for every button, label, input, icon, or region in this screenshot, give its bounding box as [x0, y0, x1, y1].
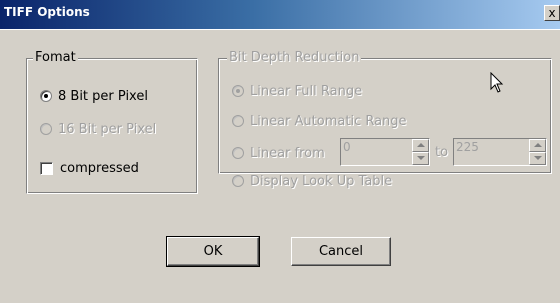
to-value-spinner[interactable]: 225: [453, 138, 547, 166]
radio-display-lut-button[interactable]: [232, 175, 244, 187]
close-button[interactable]: x: [544, 5, 560, 21]
radio-16bit-button[interactable]: [40, 123, 52, 135]
format-group-label: Fomat: [33, 50, 78, 66]
close-icon: x: [548, 6, 556, 20]
spinner-down-icon: [417, 156, 425, 160]
to-value-field[interactable]: 225: [454, 139, 528, 165]
to-spinner-up-button[interactable]: [529, 139, 546, 152]
radio-linear-automatic-range[interactable]: Linear Automatic Range: [232, 112, 407, 130]
spinner-down-icon: [534, 156, 542, 160]
format-group: Fomat 8 Bit per Pixel 16 Bit per Pixel c…: [26, 50, 198, 194]
to-label: to: [435, 145, 449, 160]
radio-linear-automatic-range-button[interactable]: [232, 115, 244, 127]
compressed-checkbox[interactable]: [40, 161, 53, 175]
window-title: TIFF Options: [4, 5, 90, 19]
radio-16bit-label: 16 Bit per Pixel: [58, 121, 157, 137]
client-top-edge: [0, 29, 560, 30]
spinner-up-icon: [417, 143, 425, 147]
from-value-field[interactable]: 0: [341, 139, 411, 165]
radio-8bit-button[interactable]: [40, 90, 52, 102]
to-spinner-down-button[interactable]: [529, 152, 546, 165]
radio-linear-full-range[interactable]: Linear Full Range: [232, 82, 362, 100]
radio-16bit[interactable]: 16 Bit per Pixel: [40, 120, 156, 138]
radio-linear-from[interactable]: Linear from: [232, 144, 325, 162]
compressed-label: compressed: [60, 160, 139, 176]
from-spinner-down-button[interactable]: [412, 152, 429, 165]
bit-depth-group: Bit Depth Reduction Linear Full Range Li…: [218, 50, 552, 174]
radio-8bit-label: 8 Bit per Pixel: [58, 88, 148, 104]
from-value-spinner[interactable]: 0: [340, 138, 430, 166]
ok-button[interactable]: OK: [166, 236, 260, 267]
compressed-checkbox-row[interactable]: compressed: [40, 159, 139, 177]
radio-linear-from-label: Linear from: [250, 145, 325, 161]
spinner-up-icon: [534, 143, 542, 147]
radio-display-lut[interactable]: Display Look Up Table: [232, 172, 392, 190]
radio-linear-full-range-label: Linear Full Range: [250, 83, 363, 99]
radio-linear-from-button[interactable]: [232, 147, 244, 159]
radio-linear-automatic-range-label: Linear Automatic Range: [250, 113, 407, 129]
cancel-button[interactable]: Cancel: [291, 237, 391, 266]
arrow-cursor-icon: [490, 72, 504, 93]
radio-8bit[interactable]: 8 Bit per Pixel: [40, 87, 148, 105]
radio-linear-full-range-button[interactable]: [232, 85, 244, 97]
title-bar[interactable]: TIFF Options x: [0, 0, 560, 29]
from-spinner-up-button[interactable]: [412, 139, 429, 152]
bit-depth-group-label: Bit Depth Reduction: [227, 50, 362, 66]
radio-display-lut-label: Display Look Up Table: [250, 173, 393, 189]
